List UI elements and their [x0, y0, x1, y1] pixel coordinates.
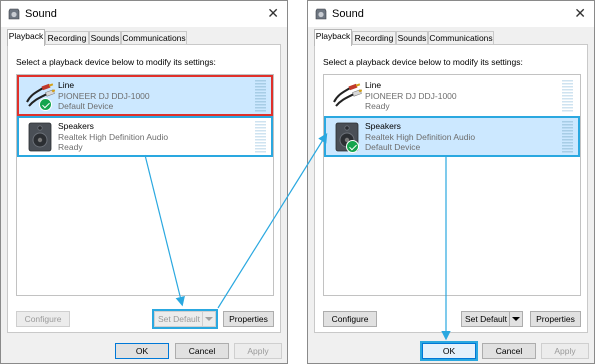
- cancel-button[interactable]: Cancel: [175, 343, 229, 359]
- tab-strip: Playback Recording Sounds Communications: [7, 29, 281, 46]
- instruction-text: Select a playback device below to modify…: [323, 57, 523, 67]
- device-item-line[interactable]: Line PIONEER DJ DDJ-1000 Default Device: [19, 77, 271, 115]
- sound-app-icon: [315, 8, 327, 20]
- configure-label: Configure: [331, 314, 369, 324]
- set-default-button[interactable]: Set Default: [154, 311, 216, 327]
- sound-dialog-left: Sound ✕ Playback Recording Sounds Commun…: [0, 0, 288, 364]
- sound-dialog-right: Sound ✕ Playback Recording Sounds Commun…: [307, 0, 595, 364]
- device-status: Default Device: [58, 101, 114, 111]
- title-bar: Sound ✕: [308, 1, 594, 27]
- properties-label: Properties: [536, 314, 575, 324]
- apply-button[interactable]: Apply: [541, 343, 589, 359]
- configure-button[interactable]: Configure: [16, 311, 70, 327]
- rca-cable-icon: [333, 83, 362, 107]
- ok-button[interactable]: OK: [422, 343, 476, 359]
- device-item-speakers[interactable]: Speakers Realtek High Definition Audio R…: [19, 118, 271, 156]
- device-status: Ready: [365, 101, 390, 111]
- device-name: Speakers: [58, 121, 94, 131]
- window-title: Sound: [25, 8, 57, 20]
- tab-recording[interactable]: Recording: [352, 31, 396, 45]
- volume-meter: [255, 121, 266, 153]
- tab-sounds[interactable]: Sounds: [396, 31, 428, 45]
- device-list[interactable]: Line PIONEER DJ DDJ-1000 Ready Speakers …: [323, 74, 581, 296]
- chevron-down-icon[interactable]: [202, 312, 215, 326]
- tab-playback[interactable]: Playback: [7, 29, 45, 46]
- tab-communications[interactable]: Communications: [428, 31, 494, 45]
- device-description: Realtek High Definition Audio: [58, 132, 169, 142]
- configure-button[interactable]: Configure: [323, 311, 377, 327]
- title-bar: Sound ✕: [1, 1, 287, 27]
- properties-button[interactable]: Properties: [530, 311, 581, 327]
- tab-strip: Playback Recording Sounds Communications: [314, 29, 588, 46]
- ok-button[interactable]: OK: [115, 343, 169, 359]
- set-default-button[interactable]: Set Default: [461, 311, 523, 327]
- device-item-line[interactable]: Line PIONEER DJ DDJ-1000 Ready: [326, 77, 578, 115]
- device-list[interactable]: Line PIONEER DJ DDJ-1000 Default Device …: [16, 74, 274, 296]
- device-name: Line: [365, 80, 382, 90]
- tab-playback[interactable]: Playback: [314, 29, 352, 46]
- window-title: Sound: [332, 8, 364, 20]
- chevron-down-icon[interactable]: [509, 312, 522, 326]
- volume-meter: [255, 80, 266, 112]
- playback-panel: Select a playback device below to modify…: [7, 44, 281, 333]
- volume-meter: [562, 121, 573, 153]
- device-status: Ready: [58, 142, 83, 152]
- device-name: Line: [58, 80, 75, 90]
- set-default-label: Set Default: [464, 314, 508, 324]
- sound-app-icon: [8, 8, 20, 20]
- device-name: Speakers: [365, 121, 401, 131]
- close-icon[interactable]: ✕: [574, 5, 586, 22]
- tab-sounds[interactable]: Sounds: [89, 31, 121, 45]
- device-status: Default Device: [365, 142, 421, 152]
- device-description: PIONEER DJ DDJ-1000: [58, 91, 150, 101]
- set-default-label: Set Default: [157, 314, 201, 324]
- apply-button[interactable]: Apply: [234, 343, 282, 359]
- device-description: Realtek High Definition Audio: [365, 132, 476, 142]
- speaker-icon: [28, 122, 52, 152]
- properties-button[interactable]: Properties: [223, 311, 274, 327]
- tab-communications[interactable]: Communications: [121, 31, 187, 45]
- default-check-icon: [39, 98, 52, 111]
- volume-meter: [562, 80, 573, 112]
- device-description: PIONEER DJ DDJ-1000: [365, 91, 457, 101]
- close-icon[interactable]: ✕: [267, 5, 279, 22]
- playback-panel: Select a playback device below to modify…: [314, 44, 588, 333]
- instruction-text: Select a playback device below to modify…: [16, 57, 216, 67]
- device-item-speakers[interactable]: Speakers Realtek High Definition Audio D…: [326, 118, 578, 156]
- properties-label: Properties: [229, 314, 268, 324]
- default-check-icon: [346, 140, 359, 153]
- tab-recording[interactable]: Recording: [45, 31, 89, 45]
- cancel-button[interactable]: Cancel: [482, 343, 536, 359]
